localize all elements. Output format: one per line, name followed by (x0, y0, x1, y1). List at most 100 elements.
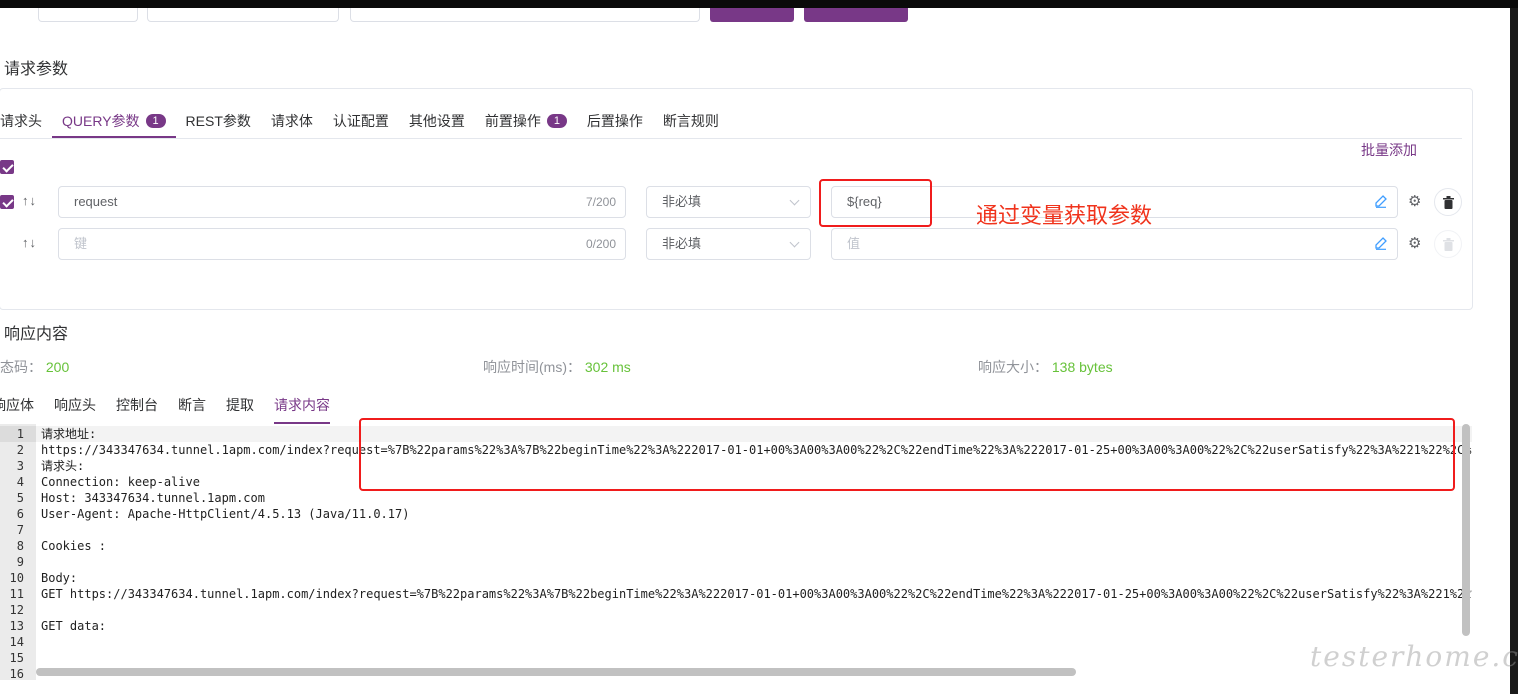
code-line: 9 (0, 554, 1472, 570)
tab-request-param[interactable]: 后置操作 (577, 104, 653, 138)
window-edge (1510, 8, 1518, 694)
tab-request-param[interactable]: QUERY参数 1 (52, 104, 176, 138)
tab-response[interactable]: 断言 (168, 390, 216, 424)
tab-label: 其他设置 (408, 113, 465, 129)
row-checkbox[interactable] (0, 195, 14, 209)
tab-request-param[interactable]: 请求体 (261, 104, 323, 138)
code-line: 6 User-Agent: Apache-HttpClient/4.5.13 (J… (0, 506, 1472, 522)
count-badge: 1 (145, 114, 166, 128)
response-time-value: 302 ms (584, 359, 631, 375)
param-value-input[interactable]: 值 (831, 228, 1398, 260)
horizontal-scrollbar[interactable] (36, 668, 1076, 676)
code-line: 5 Host: 343347634.tunnel.1apm.com (0, 490, 1472, 506)
annotation-text: 通过变量获取参数 (976, 203, 1153, 228)
line-number: 12 (9, 603, 24, 617)
line-number: 2 (16, 443, 24, 457)
required-select[interactable]: 非必填 (646, 228, 811, 260)
status-code-label: 状态码： (0, 359, 42, 375)
tab-response[interactable]: 提取 (216, 390, 264, 424)
gear-icon[interactable]: ⚙ (1408, 192, 1421, 210)
tab-request-param[interactable]: REST参数 (176, 104, 261, 138)
line-number: 1 (0, 426, 36, 442)
response-time-stat: 响应时间(ms)： 302 ms (483, 357, 631, 377)
tab-label: QUERY参数 (62, 113, 140, 129)
code-line: 12 (0, 602, 1472, 618)
tab-request-param[interactable]: 其他设置 (399, 104, 475, 138)
annotation-box-value (819, 179, 932, 227)
delete-row-button[interactable] (1434, 188, 1462, 216)
line-number: 6 (16, 507, 24, 521)
request-params-title: 请求参数 (4, 61, 69, 78)
param-key-input[interactable]: request 7/200 (58, 186, 626, 218)
response-time-label: 响应时间(ms)： (483, 359, 581, 375)
tab-request-param[interactable]: 认证配置 (323, 104, 399, 138)
tab-response[interactable]: 响应头 (44, 390, 106, 424)
code-text: Body: (41, 571, 78, 585)
tab-label: 前置操作 (484, 113, 541, 129)
chevron-down-icon (789, 237, 800, 248)
code-line: 7 (0, 522, 1472, 538)
count-badge: 1 (546, 114, 567, 128)
tab-label: 请求头 (0, 113, 42, 129)
param-key-value: request (74, 194, 118, 209)
vertical-scrollbar[interactable] (1462, 424, 1470, 636)
select-all-checkbox[interactable] (0, 160, 14, 174)
chevron-down-icon (789, 195, 800, 206)
tab-label: 断言规则 (662, 113, 719, 129)
top-edge-bar (0, 0, 1518, 8)
code-line: 14 (0, 634, 1472, 650)
code-line: 11 GET https://343347634.tunnel.1apm.com/… (0, 586, 1472, 602)
edit-icon[interactable] (1374, 194, 1388, 208)
param-value-placeholder: 值 (847, 236, 861, 251)
line-number: 16 (9, 667, 24, 680)
trash-icon (1443, 238, 1454, 251)
code-line: 8 Cookies : (0, 538, 1472, 554)
gear-icon[interactable]: ⚙ (1408, 234, 1421, 252)
code-line: 15 (0, 650, 1472, 666)
sort-arrows-icon[interactable]: ↑↓ (22, 193, 37, 208)
tab-label: 认证配置 (332, 113, 389, 129)
tab-label: REST参数 (185, 113, 251, 129)
tab-request-param[interactable]: 断言规则 (653, 104, 729, 138)
code-text: Host: 343347634.tunnel.1apm.com (41, 491, 265, 505)
tab-request-param[interactable]: 前置操作 1 (475, 104, 577, 138)
batch-add-link[interactable]: 批量添加 (1361, 140, 1417, 160)
edit-icon[interactable] (1374, 236, 1388, 250)
response-title: 响应内容 (4, 326, 69, 343)
code-text: GET data: (41, 619, 107, 633)
watermark: testerhome.com (1310, 640, 1518, 673)
line-number: 8 (16, 539, 24, 553)
code-line: 10 Body: (0, 570, 1472, 586)
response-size-label: 响应大小： (978, 359, 1048, 375)
code-text: User-Agent: Apache-HttpClient/4.5.13 (Ja… (41, 507, 410, 521)
line-number: 11 (9, 587, 24, 601)
char-count: 0/200 (585, 237, 616, 251)
status-code-stat: 状态码： 200 (0, 357, 69, 377)
code-line: 13 GET data: (0, 618, 1472, 634)
tab-request-param[interactable]: 请求头 (0, 104, 52, 138)
line-number: 4 (16, 475, 24, 489)
line-number: 10 (9, 571, 24, 585)
response-tabs: 响应体响应头控制台断言提取请求内容 (0, 390, 340, 424)
request-tabs: 请求头 QUERY参数 1 REST参数 请求体 认证配置 其他设置 前置操作 1 后置操作 断言规… (0, 104, 729, 138)
line-number: 13 (9, 619, 24, 633)
trash-icon (1443, 196, 1454, 209)
required-select-value: 非必填 (662, 236, 702, 251)
tab-label: 请求体 (270, 113, 313, 129)
param-key-input[interactable]: 键 0/200 (58, 228, 626, 260)
sort-arrows-icon[interactable]: ↑↓ (22, 235, 37, 250)
char-count: 7/200 (585, 195, 616, 209)
required-select-value: 非必填 (662, 194, 702, 209)
tab-response[interactable]: 响应体 (0, 390, 44, 424)
code-text: Cookies : (41, 539, 107, 553)
line-number: 15 (9, 651, 24, 665)
tabs-divider (0, 138, 1462, 139)
required-select[interactable]: 非必填 (646, 186, 811, 218)
line-number: 5 (16, 491, 24, 505)
code-text: Connection: keep-alive (41, 475, 200, 489)
code-text: 请求地址: (41, 427, 97, 441)
response-size-value: 138 bytes (1051, 359, 1113, 375)
delete-row-button[interactable] (1434, 230, 1462, 258)
tab-response[interactable]: 控制台 (106, 390, 168, 424)
tab-response[interactable]: 请求内容 (264, 390, 340, 424)
